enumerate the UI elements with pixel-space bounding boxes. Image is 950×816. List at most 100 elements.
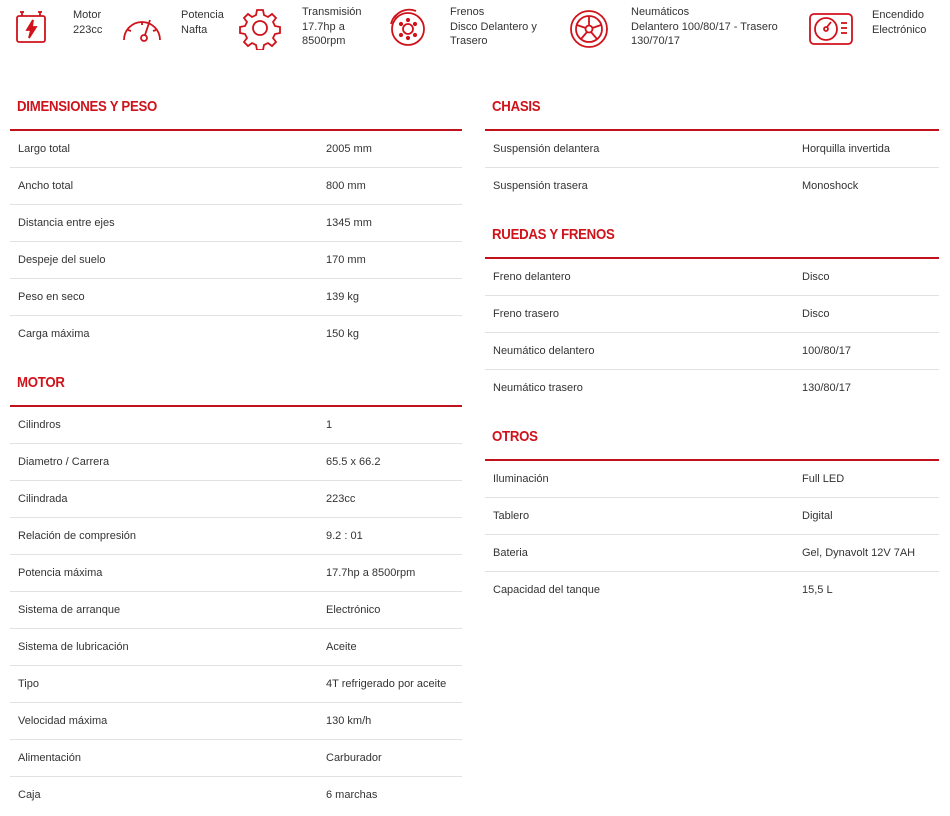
spec-value: 139 kg bbox=[326, 291, 360, 303]
spec-row: Despeje del suelo 170 mm bbox=[10, 242, 462, 279]
spec-row: Tipo 4T refrigerado por aceite bbox=[10, 666, 462, 703]
spec-label: Relación de compresión bbox=[18, 530, 137, 542]
section-motor: MOTOR Cilindros 1 Diametro / Carrera 65.5 x … bbox=[10, 373, 462, 813]
features-bar: Motor 223cc Potencia Nafta Transmisión 1… bbox=[0, 0, 950, 60]
section-ruedas-y-frenos: RUEDAS Y FRENOS Freno delantero Disco Freno… bbox=[485, 225, 939, 406]
spec-value: 65.5 x 66.2 bbox=[326, 456, 381, 468]
feature-frenos: Frenos Disco Delantero y Trasero bbox=[386, 4, 546, 54]
spec-value: Electrónico bbox=[326, 604, 381, 616]
spec-value: 800 mm bbox=[326, 180, 366, 192]
spec-row: Carga máxima 150 kg bbox=[10, 316, 462, 352]
feature-encendido-text: Encendido Electrónico bbox=[872, 8, 926, 37]
spec-row: Capacidad del tanque 15,5 L bbox=[485, 572, 939, 608]
spec-row: Suspensión delantera Horquilla invertida bbox=[485, 131, 939, 168]
feature-line: 130/70/17 bbox=[631, 35, 680, 47]
speedometer-icon bbox=[120, 6, 164, 50]
spec-value: 170 mm bbox=[326, 254, 366, 266]
section-title: CHASIS bbox=[492, 98, 541, 115]
right-column: CHASIS Suspensión delantera Horquilla inve… bbox=[485, 88, 939, 608]
spec-label: Bateria bbox=[493, 547, 528, 559]
spec-value: 130 km/h bbox=[326, 715, 372, 727]
spec-label: Suspensión delantera bbox=[493, 143, 600, 155]
spec-label: Diametro / Carrera bbox=[18, 456, 110, 468]
wheel-icon bbox=[567, 6, 611, 50]
spec-row: Velocidad máxima 130 km/h bbox=[10, 703, 462, 740]
spec-label: Tablero bbox=[493, 510, 530, 522]
section-title: MOTOR bbox=[17, 374, 65, 391]
spec-value: Monoshock bbox=[802, 180, 859, 192]
spec-label: Neumático trasero bbox=[493, 382, 583, 394]
spec-label: Sistema de lubricación bbox=[18, 641, 129, 653]
feature-line: 17.7hp a bbox=[302, 20, 345, 33]
spec-value: 4T refrigerado por aceite bbox=[326, 678, 447, 690]
spec-label: Despeje del suelo bbox=[18, 254, 106, 266]
feature-potencia: Potencia Nafta bbox=[120, 4, 230, 54]
spec-value: 9.2 : 01 bbox=[326, 530, 363, 542]
feature-encendido: Encendido Electrónico bbox=[806, 4, 936, 54]
spec-value: 1 bbox=[326, 419, 333, 431]
spec-row: Ancho total 800 mm bbox=[10, 168, 462, 205]
spec-label: Capacidad del tanque bbox=[493, 584, 601, 596]
spec-label: Peso en seco bbox=[18, 291, 85, 303]
feature-line: Nafta bbox=[181, 23, 208, 36]
spec-row: Peso en seco 139 kg bbox=[10, 279, 462, 316]
spec-row: Bateria Gel, Dynavolt 12V 7AH bbox=[485, 535, 939, 572]
spec-value: Disco bbox=[802, 271, 830, 283]
engine-battery-icon bbox=[10, 6, 54, 50]
section-otros: OTROS Iluminación Full LED Tablero Digital Ba… bbox=[485, 427, 939, 608]
spec-value: 223cc bbox=[326, 493, 356, 505]
spec-value: 150 kg bbox=[326, 328, 360, 340]
spec-row: Diametro / Carrera 65.5 x 66.2 bbox=[10, 444, 462, 481]
spec-value: 130/80/17 bbox=[802, 382, 851, 394]
spec-label: Freno delantero bbox=[493, 271, 571, 283]
spec-value: 6 marchas bbox=[326, 789, 378, 801]
spec-value: Digital bbox=[802, 510, 833, 522]
spec-value: Horquilla invertida bbox=[802, 143, 891, 155]
feature-line: Trasero bbox=[450, 35, 488, 47]
gear-icon bbox=[238, 6, 282, 50]
feature-line: Potencia bbox=[181, 9, 224, 21]
brake-disc-icon bbox=[386, 6, 430, 50]
spec-label: Cilindrada bbox=[18, 493, 68, 505]
spec-row: Cilindrada 223cc bbox=[10, 481, 462, 518]
spec-label: Potencia máxima bbox=[18, 567, 103, 579]
section-chasis: CHASIS Suspensión delantera Horquilla inve… bbox=[485, 97, 939, 204]
feature-motor-text: Motor 223cc bbox=[73, 8, 102, 37]
spec-label: Suspensión trasera bbox=[493, 180, 588, 192]
feature-line: Delantero 100/80/17 - Trasero bbox=[631, 20, 778, 33]
section-title: RUEDAS Y FRENOS bbox=[492, 226, 615, 243]
spec-row: Distancia entre ejes 1345 mm bbox=[10, 205, 462, 242]
feature-line: Frenos bbox=[450, 6, 485, 18]
spec-row: Cilindros 1 bbox=[10, 407, 462, 444]
spec-label: Sistema de arranque bbox=[18, 604, 121, 616]
feature-line: Electrónico bbox=[872, 23, 927, 36]
spec-label: Largo total bbox=[18, 143, 70, 155]
feature-line: Disco Delantero y bbox=[450, 20, 537, 33]
feature-line: Transmisión bbox=[302, 6, 362, 18]
dashboard-gauge-icon bbox=[806, 6, 854, 50]
spec-row: Suspensión trasera Monoshock bbox=[485, 168, 939, 204]
spec-label: Ancho total bbox=[18, 180, 74, 192]
spec-value: 2005 mm bbox=[326, 143, 372, 155]
spec-row: Largo total 2005 mm bbox=[10, 131, 462, 168]
feature-line: Neumáticos bbox=[631, 6, 690, 18]
feature-line: Encendido bbox=[872, 9, 924, 21]
spec-label: Distancia entre ejes bbox=[18, 217, 115, 229]
spec-row: Iluminación Full LED bbox=[485, 461, 939, 498]
spec-row: Neumático trasero 130/80/17 bbox=[485, 370, 939, 406]
spec-value: 17.7hp a 8500rpm bbox=[326, 567, 416, 579]
spec-label: Neumático delantero bbox=[493, 345, 595, 357]
spec-row: Relación de compresión 9.2 : 01 bbox=[10, 518, 462, 555]
feature-potencia-text: Potencia Nafta bbox=[181, 8, 224, 37]
spec-row: Neumático delantero 100/80/17 bbox=[485, 333, 939, 370]
feature-transmision: Transmisión 17.7hp a 8500rpm bbox=[238, 4, 368, 54]
spec-value: 1345 mm bbox=[326, 217, 372, 229]
spec-row: Potencia máxima 17.7hp a 8500rpm bbox=[10, 555, 462, 592]
spec-value: Aceite bbox=[326, 641, 357, 653]
feature-line: 8500rpm bbox=[302, 35, 346, 47]
spec-row: Freno trasero Disco bbox=[485, 296, 939, 333]
feature-neumaticos: Neumáticos Delantero 100/80/17 - Trasero… bbox=[567, 4, 778, 54]
spec-label: Iluminación bbox=[493, 473, 549, 485]
spec-label: Cilindros bbox=[18, 419, 61, 431]
feature-line: Motor bbox=[73, 9, 102, 21]
